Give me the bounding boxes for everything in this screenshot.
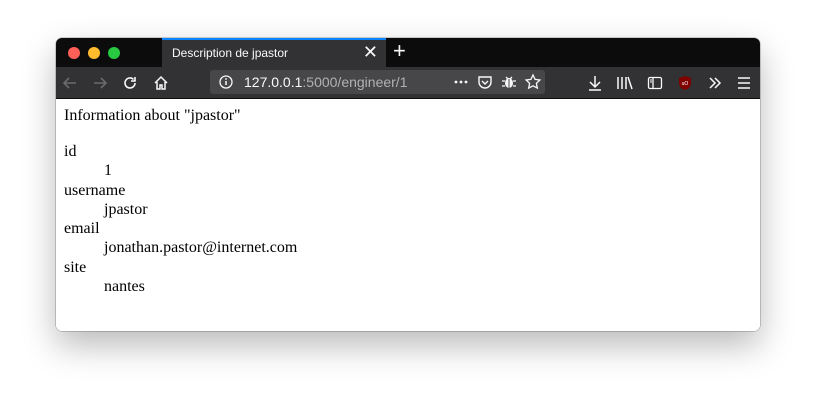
navigation-toolbar: 127.0.0.1:5000/engineer/1 uO: [56, 67, 760, 99]
svg-text:uO: uO: [682, 81, 689, 87]
field-value-id: 1: [104, 162, 112, 180]
home-icon[interactable]: [151, 73, 171, 93]
sidebar-icon[interactable]: [645, 73, 665, 93]
bug-icon[interactable]: [500, 73, 518, 96]
pocket-icon[interactable]: [476, 73, 494, 96]
url-text: 127.0.0.1:5000/engineer/1: [244, 74, 407, 90]
window-minimize-button[interactable]: [88, 47, 100, 59]
bookmark-star-icon[interactable]: [524, 73, 542, 96]
field-label-site: site: [64, 258, 87, 276]
menu-hamburger-icon[interactable]: [734, 73, 754, 93]
url-host: 127.0.0.1: [244, 74, 303, 90]
tab-bar: Description de jpastor ✕ +: [56, 38, 760, 67]
field-value-email: jonathan.pastor@internet.com: [104, 239, 298, 257]
page-heading: Information about "jpastor": [64, 107, 241, 124]
forward-arrow-icon[interactable]: [90, 73, 110, 93]
overflow-chevron-icon[interactable]: [705, 73, 725, 93]
tab-title: Description de jpastor: [172, 46, 289, 60]
info-icon[interactable]: [218, 74, 234, 95]
download-icon[interactable]: [585, 73, 605, 93]
url-path: :5000/engineer/1: [302, 74, 408, 90]
reload-icon[interactable]: [120, 73, 140, 93]
more-actions-icon[interactable]: [452, 73, 470, 96]
window-maximize-button[interactable]: [108, 47, 120, 59]
ublock-icon[interactable]: uO: [675, 73, 695, 93]
tab-close-icon[interactable]: ✕: [363, 42, 378, 62]
field-value-site: nantes: [104, 278, 145, 296]
page-content: Information about "jpastor" id 1 usernam…: [56, 99, 760, 331]
engineer-details: id 1 username jpastor email jonathan.pas…: [64, 142, 297, 296]
window-close-button[interactable]: [68, 47, 80, 59]
url-bar[interactable]: 127.0.0.1:5000/engineer/1: [210, 70, 545, 94]
new-tab-icon[interactable]: +: [393, 39, 406, 63]
field-label-email: email: [64, 220, 100, 238]
field-label-username: username: [64, 181, 126, 199]
tab-active[interactable]: Description de jpastor ✕: [162, 38, 386, 67]
browser-window: Description de jpastor ✕ + 127.0.0.1:500…: [56, 38, 760, 331]
field-label-id: id: [64, 143, 77, 160]
field-value-username: jpastor: [104, 200, 148, 218]
library-icon[interactable]: [615, 73, 635, 93]
back-arrow-icon[interactable]: [60, 73, 80, 93]
